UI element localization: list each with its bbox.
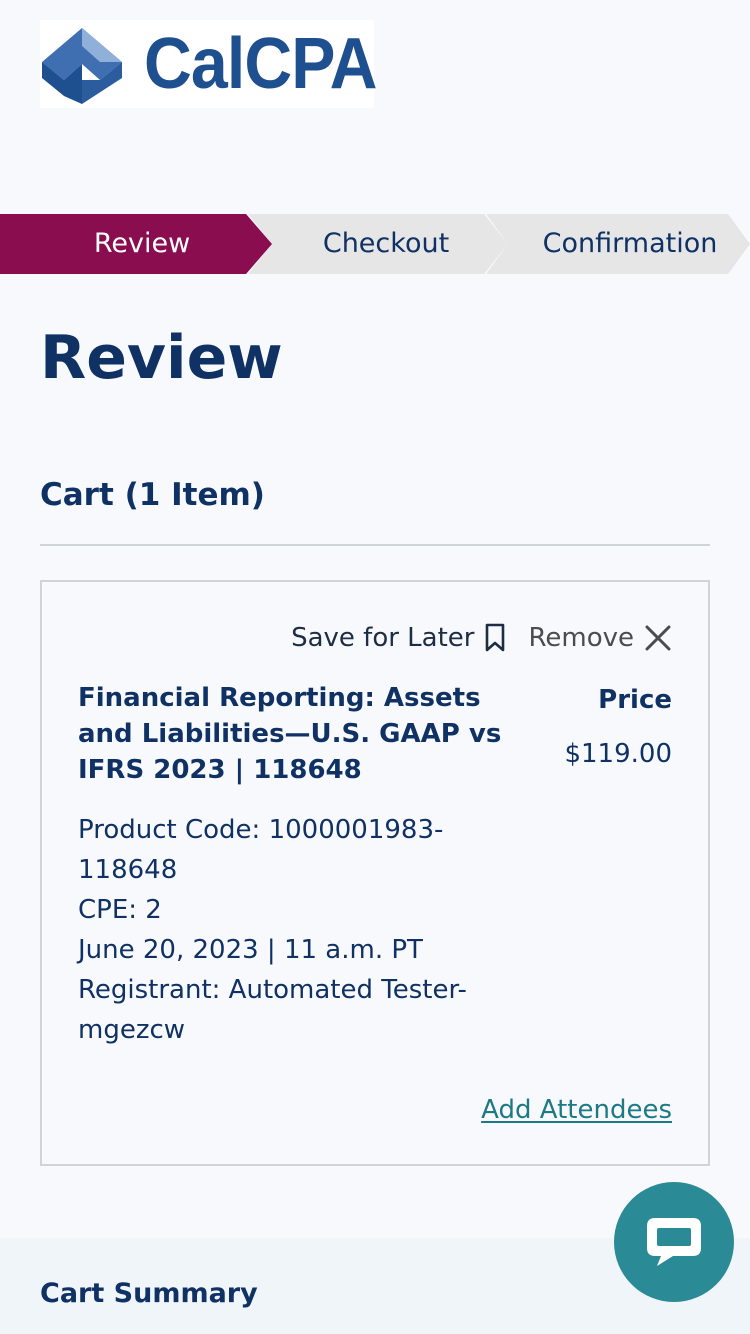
price-label: Price: [598, 685, 672, 715]
product-code: Product Code: 1000001983-118648: [78, 815, 444, 885]
cart-summary-heading: Cart Summary: [40, 1278, 258, 1309]
cpe-credits: CPE: 2: [78, 895, 162, 925]
cart-heading: Cart (1 Item): [40, 477, 265, 513]
bookmark-icon: [484, 623, 506, 653]
add-attendees-link[interactable]: Add Attendees: [481, 1092, 672, 1128]
price-value: $119.00: [564, 739, 672, 769]
item-actions: Save for Later Remove: [291, 618, 672, 658]
chat-button[interactable]: [614, 1182, 734, 1302]
step-review: Review: [93, 228, 191, 259]
product-title: Financial Reporting: Assets and Liabilit…: [78, 683, 502, 785]
product-details: Product Code: 1000001983-118648 CPE: 2 J…: [78, 810, 528, 1050]
registrant: Registrant: Automated Tester-mgezcw: [78, 975, 467, 1045]
chat-bubble-icon: [647, 1218, 701, 1266]
checkout-progress: Review Checkout Confirmation: [0, 214, 750, 274]
save-for-later-button[interactable]: Save for Later: [291, 623, 506, 653]
calcpa-cube-icon: [42, 28, 122, 104]
divider: [40, 544, 710, 546]
cart-item-card: Save for Later Remove Financial Reportin…: [40, 580, 710, 1166]
step-checkout: Checkout: [322, 228, 450, 259]
remove-button[interactable]: Remove: [528, 623, 672, 653]
close-icon: [644, 624, 672, 652]
page-title: Review: [40, 323, 283, 393]
save-for-later-label: Save for Later: [291, 623, 475, 653]
brand-name: CalCPA: [144, 24, 377, 104]
calcpa-logo[interactable]: CalCPA: [40, 20, 377, 108]
step-confirmation: Confirmation: [542, 228, 718, 259]
event-date: June 20, 2023 | 11 a.m. PT: [78, 935, 423, 965]
remove-label: Remove: [528, 623, 634, 653]
